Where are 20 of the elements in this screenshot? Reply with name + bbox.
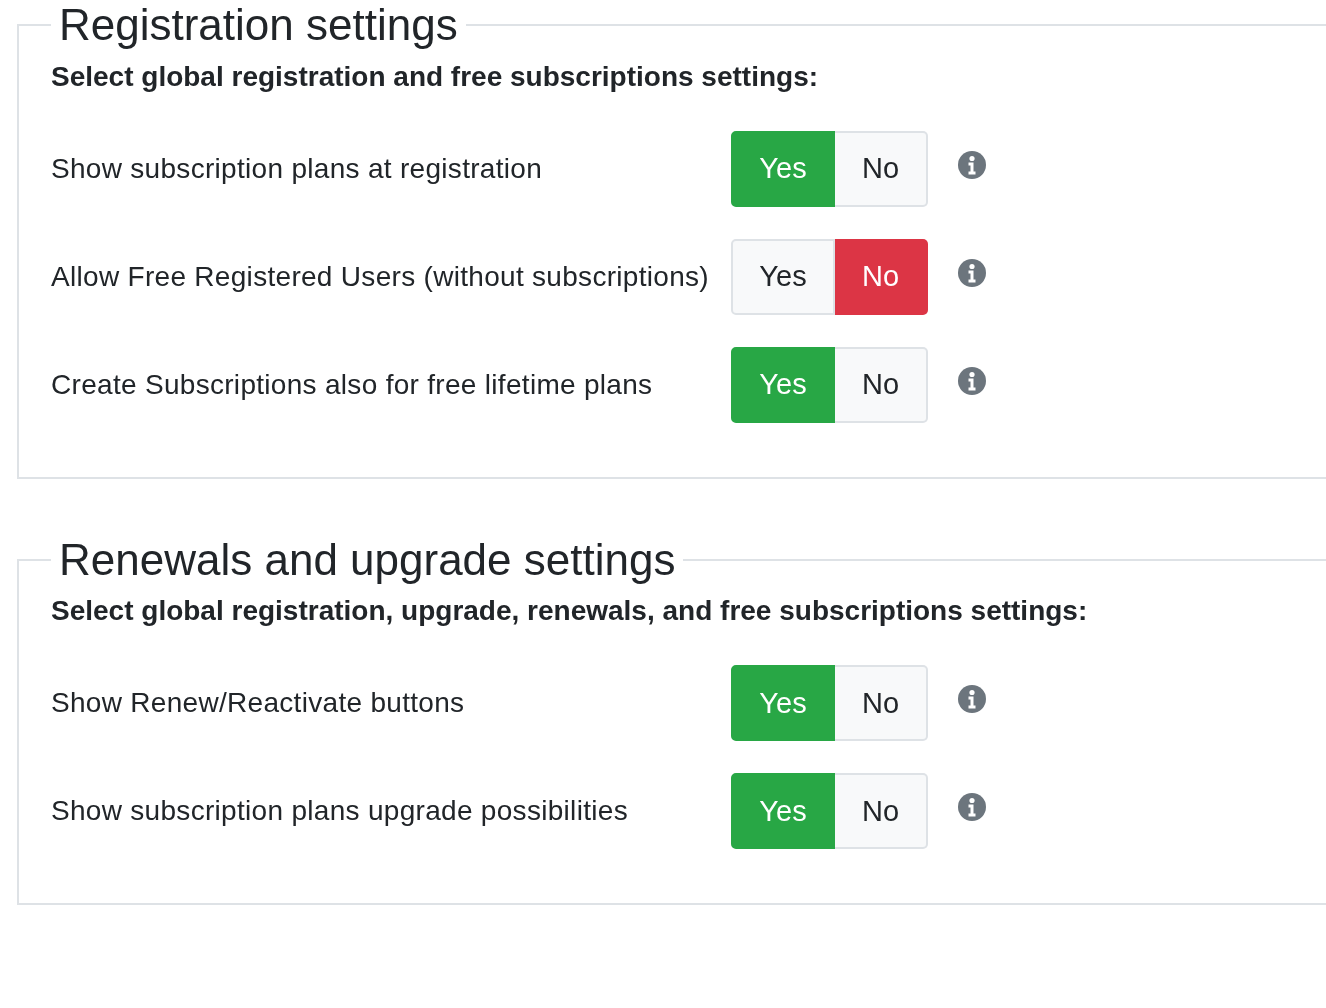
info-icon[interactable]: [958, 685, 986, 714]
section-title: Registration settings: [58, 0, 459, 51]
info-icon[interactable]: [958, 366, 986, 395]
info-icon[interactable]: [958, 793, 986, 822]
setting-label: Allow Free Registered Users (without subscriptions): [51, 259, 710, 294]
setting-label: Create Subscriptions also for free lifetime plans: [51, 367, 654, 402]
info-icon[interactable]: [958, 150, 986, 179]
toggle-option[interactable]: No: [835, 130, 928, 207]
info-icon[interactable]: [958, 258, 986, 287]
section-subtitle: Select global registration, upgrade, renewals, and free subscriptions settings:: [51, 594, 1089, 629]
toggle-option[interactable]: No: [835, 238, 928, 315]
setting-label: Show subscription plans at registration: [51, 151, 544, 186]
toggle-option[interactable]: Yes: [731, 238, 835, 315]
setting-label: Show Renew/Reactivate buttons: [51, 686, 466, 721]
toggle-option[interactable]: No: [835, 346, 928, 423]
toggle-option[interactable]: No: [835, 665, 928, 742]
section-subtitle: Select global registration and free subscriptions settings:: [51, 59, 820, 94]
section-title: Renewals and upgrade settings: [58, 534, 677, 586]
setting-label: Show subscription plans upgrade possibilities: [51, 794, 629, 829]
toggle-option[interactable]: No: [835, 773, 928, 850]
